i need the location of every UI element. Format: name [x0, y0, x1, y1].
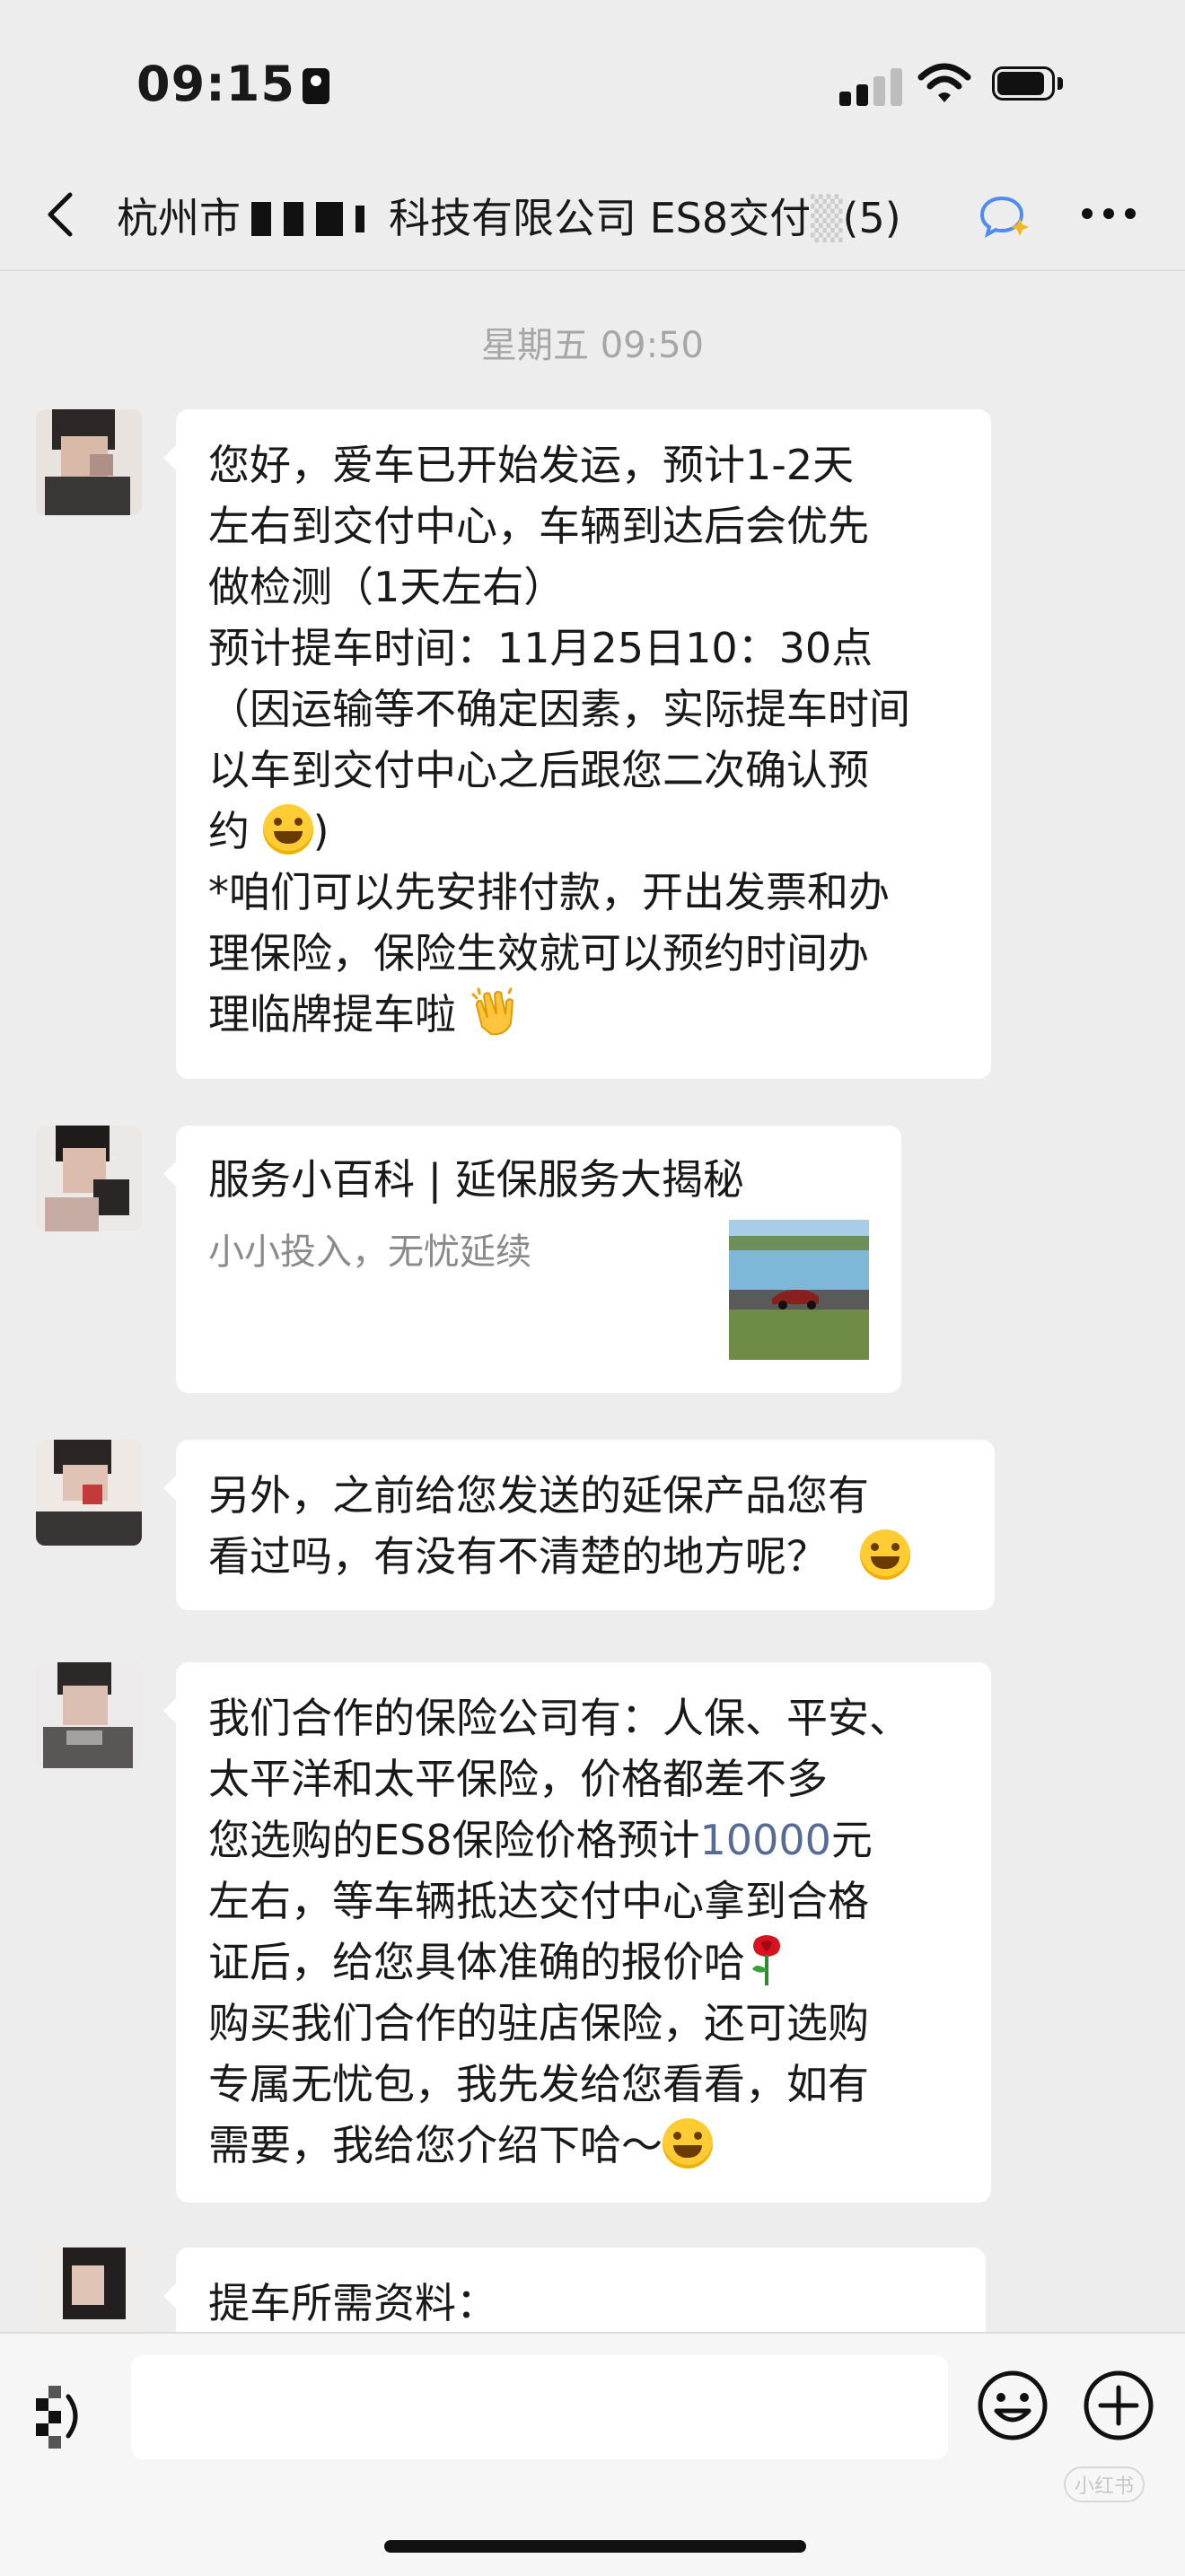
grin-emoji-icon — [860, 1529, 910, 1580]
chat-header: 杭州市 科技有限公司 ES8交付▒(5) — [0, 166, 1185, 271]
grin-emoji-icon — [663, 2118, 713, 2169]
rose-emoji-icon — [745, 1933, 788, 1987]
chat-title[interactable]: 杭州市 科技有限公司 ES8交付▒(5) — [117, 186, 970, 245]
chevron-left-icon[interactable] — [40, 188, 84, 241]
avatar[interactable] — [36, 1440, 142, 1546]
message-bubble[interactable]: 我们合作的保险公司有：人保、平安、 太平洋和太平保险，价格都差不多 您选购的ES… — [163, 1662, 991, 2203]
voice-icon[interactable] — [36, 2379, 104, 2454]
id-card-icon — [302, 68, 329, 104]
clock: 09:15 — [136, 56, 329, 112]
wifi-icon — [917, 63, 971, 102]
avatar[interactable] — [36, 409, 142, 515]
signal-icon — [839, 65, 902, 106]
message-bubble[interactable]: 您好，爱车已开始发运，预计1-2天 左右到交付中心，车辆到达后会优先 做检测（1… — [163, 409, 991, 1079]
battery-icon — [992, 66, 1064, 102]
card-thumbnail — [729, 1220, 869, 1360]
phone-number-link[interactable]: 10000 — [700, 1816, 831, 1864]
status-bar: 09:15 — [0, 0, 1185, 166]
avatar[interactable] — [36, 1126, 142, 1231]
message-input[interactable] — [131, 2355, 948, 2459]
message-timestamp: 星期五 09:50 — [481, 325, 704, 366]
grin-emoji-icon — [262, 804, 313, 854]
more-icon[interactable] — [1082, 206, 1136, 223]
message-bubble[interactable]: 另外，之前给您发送的延保产品您有 看过吗，有没有不清楚的地方呢？ — [163, 1440, 995, 1610]
redaction-mask — [241, 202, 389, 236]
clap-emoji-icon — [470, 987, 520, 1038]
chat-ai-icon[interactable] — [979, 193, 1031, 238]
link-card[interactable]: 服务小百科 | 延保服务大揭秘 小小投入，无忧延续 — [163, 1126, 901, 1393]
input-bar: 小红书 — [0, 2332, 1185, 2576]
watermark: 小红书 — [1064, 2466, 1146, 2502]
avatar[interactable] — [36, 1662, 142, 1768]
card-title: 服务小百科 | 延保服务大揭秘 — [208, 1155, 744, 1204]
home-indicator — [384, 2540, 806, 2553]
plus-icon[interactable] — [1081, 2368, 1156, 2443]
emoji-icon[interactable] — [975, 2368, 1050, 2443]
